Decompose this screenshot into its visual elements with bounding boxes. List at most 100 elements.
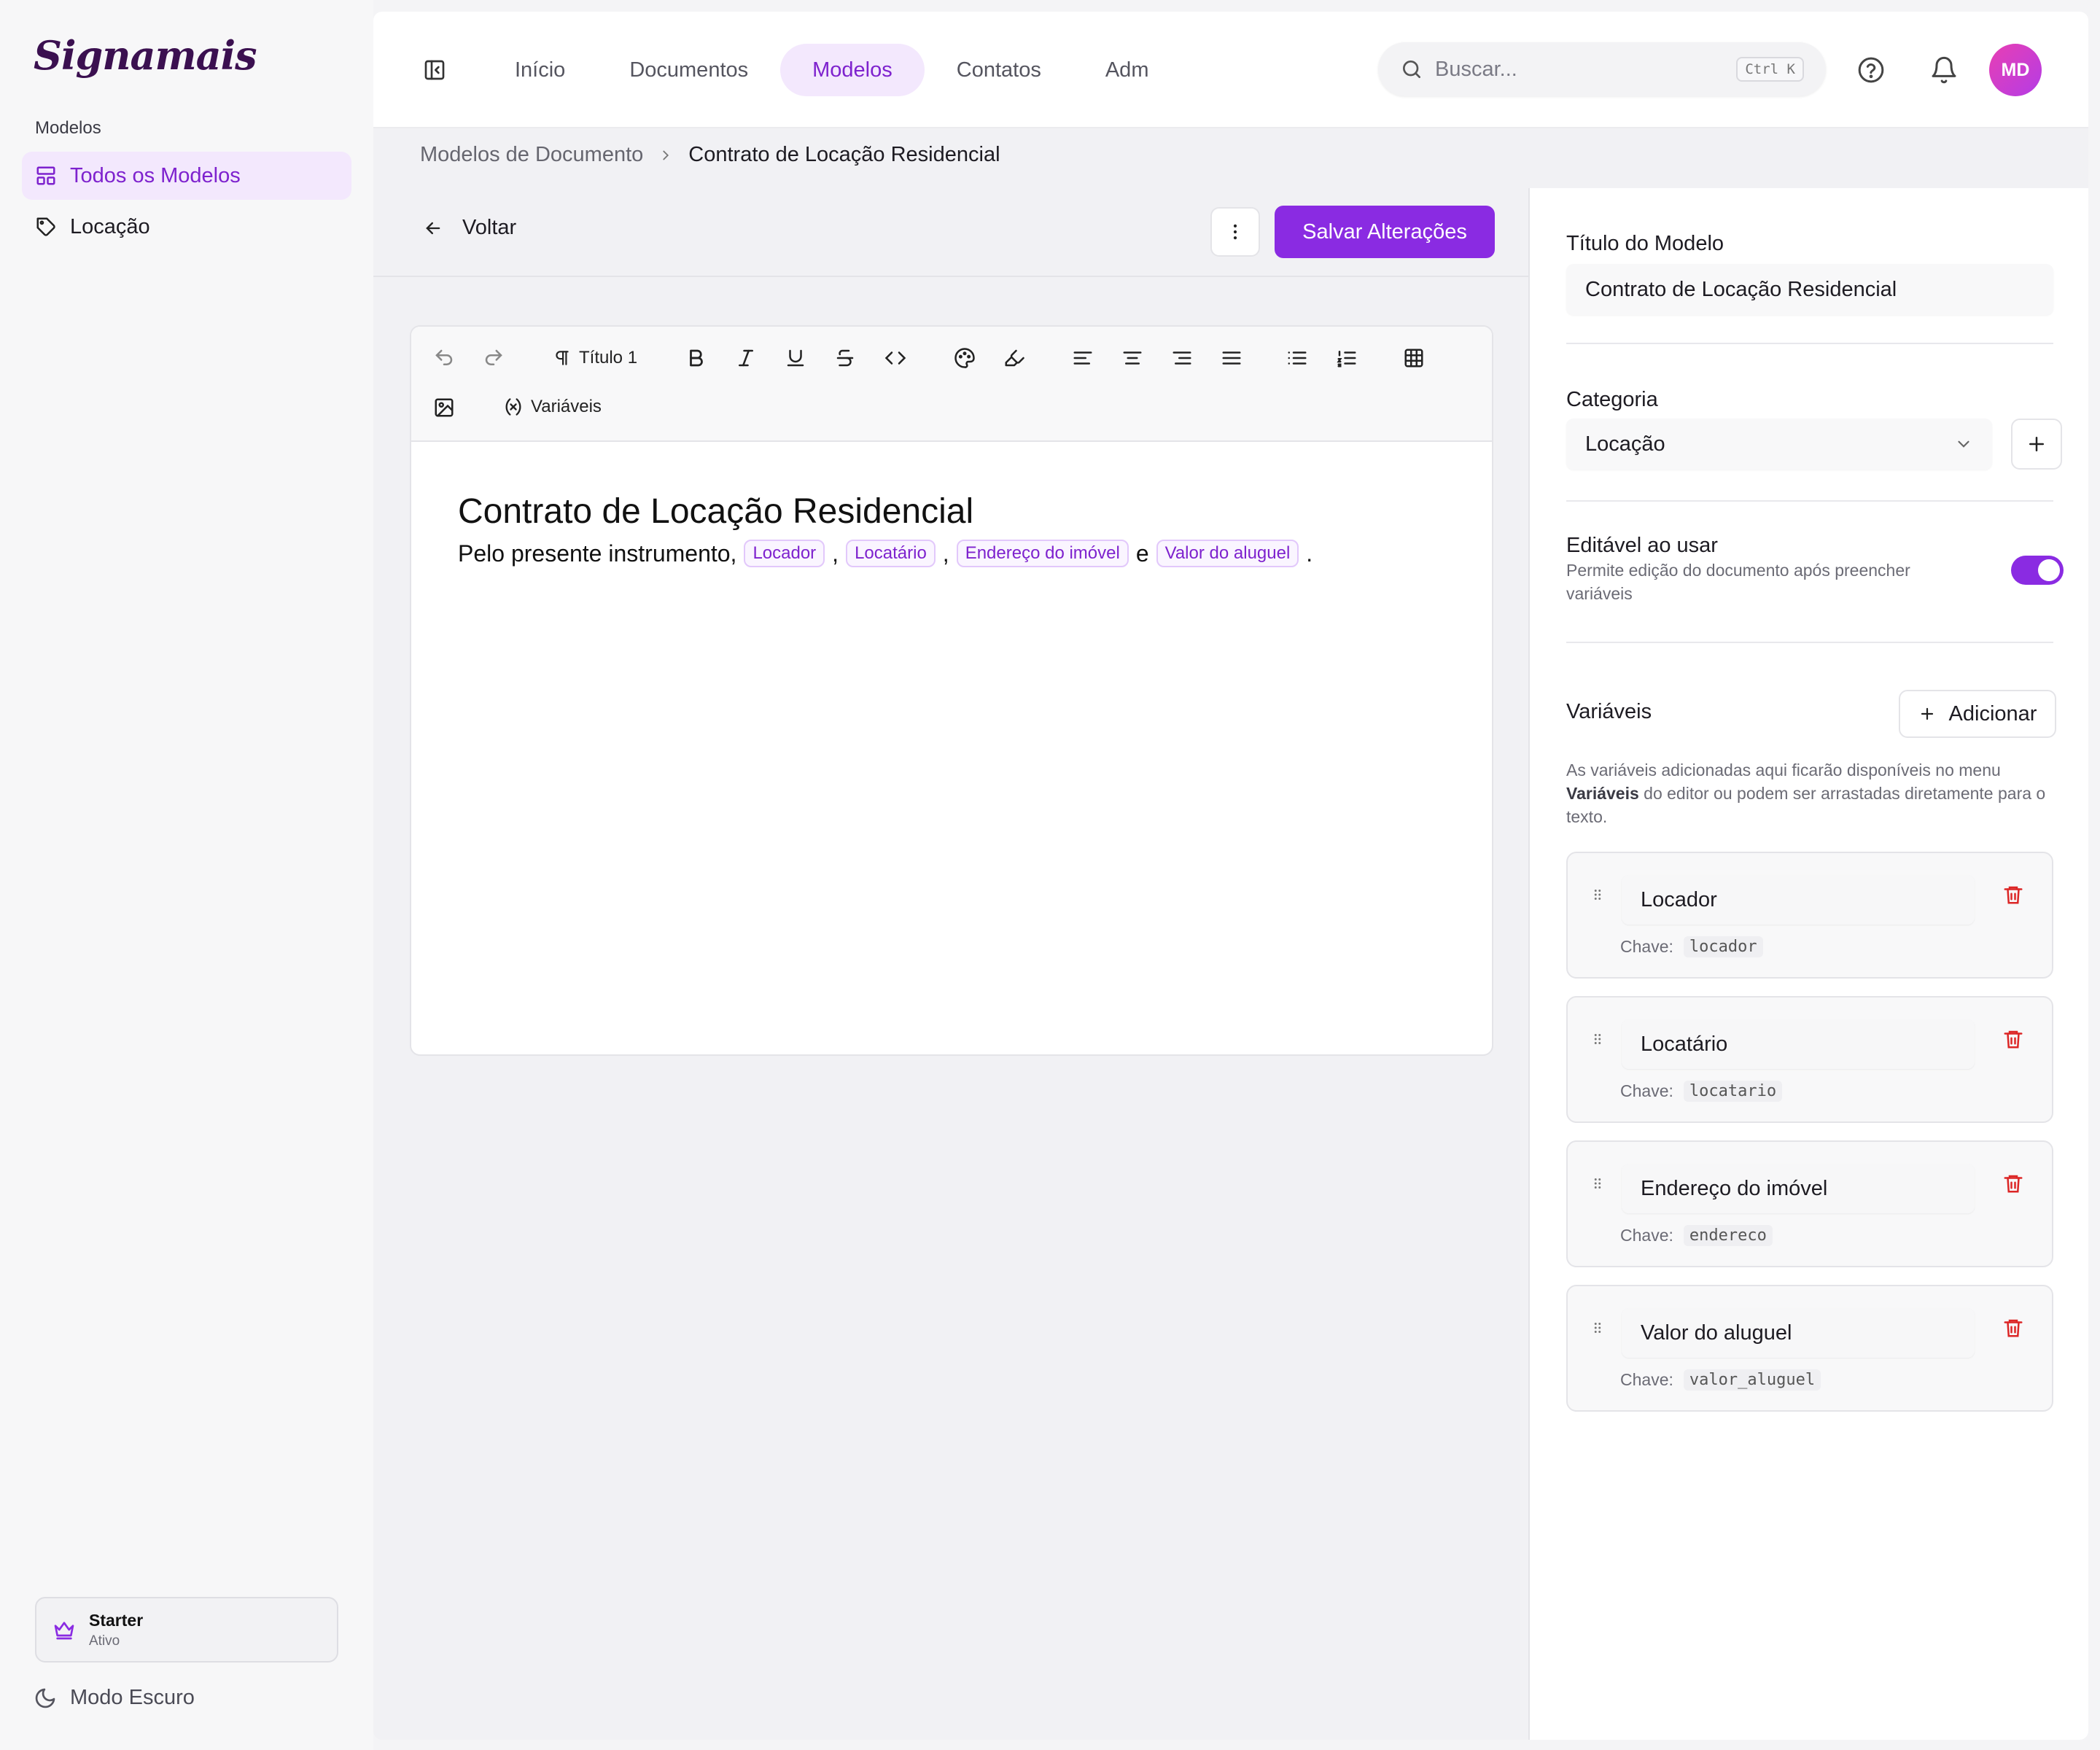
separator: . (1306, 540, 1313, 567)
image-icon (433, 397, 455, 419)
separator: e (1135, 540, 1149, 567)
nav-contatos[interactable]: Contatos (925, 44, 1073, 96)
code-button[interactable] (884, 347, 907, 369)
main-area: Início Documentos Modelos Contatos Adm B… (373, 12, 2088, 1740)
logo[interactable]: Signamais (34, 32, 257, 79)
align-left-icon (1072, 347, 1094, 369)
variable-name-input[interactable]: Locador (1622, 875, 1975, 925)
table-button[interactable] (1403, 347, 1425, 369)
variable-name-input[interactable]: Endereço do imóvel (1622, 1164, 1975, 1213)
back-label: Voltar (462, 216, 517, 239)
add-category-button[interactable] (2011, 419, 2062, 470)
align-left-button[interactable] (1072, 347, 1094, 369)
variable-name-input[interactable]: Locatário (1622, 1019, 1975, 1069)
editable-label: Editável ao usar (1566, 534, 1718, 557)
avatar[interactable]: MD (1989, 44, 2042, 96)
variable-chip-locatario[interactable]: Locatário (846, 540, 936, 567)
align-center-icon (1121, 347, 1143, 369)
more-vertical-icon (1225, 222, 1245, 242)
more-options-button[interactable] (1210, 207, 1260, 257)
italic-button[interactable] (735, 347, 757, 369)
trash-icon[interactable] (2002, 1172, 2024, 1194)
nav-inicio[interactable]: Início (483, 44, 597, 96)
plan-card[interactable]: Starter Ativo (35, 1597, 338, 1662)
bold-button[interactable] (685, 347, 707, 369)
key-label: Chave: (1620, 1226, 1673, 1245)
save-button[interactable]: Salvar Alterações (1275, 206, 1495, 258)
crown-icon (52, 1618, 76, 1641)
text-color-button[interactable] (954, 347, 976, 369)
variables-desc-text: As variáveis adicionadas aqui ficarão di… (1566, 761, 2001, 779)
align-right-button[interactable] (1171, 347, 1193, 369)
plus-icon (2026, 433, 2048, 455)
variable-card[interactable]: Locatário Chave: locatario (1566, 996, 2053, 1123)
key-label: Chave: (1620, 937, 1673, 956)
heading-select[interactable]: Título 1 (553, 347, 637, 369)
align-justify-button[interactable] (1221, 347, 1242, 369)
highlight-button[interactable] (1003, 347, 1025, 369)
variables-desc-bold: Variáveis (1566, 784, 1639, 803)
divider (1566, 343, 2053, 344)
breadcrumb-parent[interactable]: Modelos de Documento (420, 143, 643, 167)
sidebar: Signamais Modelos Todos os Modelos Locaç… (0, 0, 373, 1750)
title-input[interactable]: Contrato de Locação Residencial (1566, 264, 2053, 315)
redo-button[interactable] (483, 347, 505, 369)
underline-button[interactable] (785, 347, 806, 369)
document-paragraph[interactable]: Pelo presente instrumento, Locador , Loc… (458, 540, 1312, 567)
trash-icon[interactable] (2002, 1317, 2024, 1339)
nav-documentos[interactable]: Documentos (597, 44, 780, 96)
dark-mode-toggle[interactable]: Modo Escuro (34, 1686, 195, 1710)
image-button[interactable] (433, 397, 455, 419)
trash-icon[interactable] (2002, 884, 2024, 906)
variables-menu-button[interactable]: Variáveis (503, 397, 602, 417)
notifications-button[interactable] (1929, 55, 1959, 85)
breadcrumb-current: Contrato de Locação Residencial (688, 143, 1000, 166)
list-icon (1286, 347, 1308, 369)
nav-modelos[interactable]: Modelos (780, 44, 925, 96)
strikethrough-button[interactable] (834, 347, 856, 369)
add-variable-button[interactable]: Adicionar (1899, 690, 2056, 738)
variable-card[interactable]: Locador Chave: locador (1566, 852, 2053, 979)
variable-chip-endereco[interactable]: Endereço do imóvel (956, 540, 1129, 567)
add-variable-label: Adicionar (1948, 701, 2037, 726)
search-input[interactable]: Buscar... Ctrl K (1378, 42, 1826, 96)
bullet-list-button[interactable] (1286, 347, 1308, 369)
variable-chip-locador[interactable]: Locador (744, 540, 825, 567)
help-button[interactable] (1856, 55, 1886, 85)
separator: , (832, 540, 839, 567)
grip-vertical-icon[interactable] (1590, 1317, 1606, 1339)
grip-vertical-icon[interactable] (1590, 884, 1606, 906)
variable-card[interactable]: Endereço do imóvel Chave: endereco (1566, 1140, 2053, 1267)
sidebar-section-title: Modelos (35, 118, 101, 138)
breadcrumb: Modelos de Documento Contrato de Locação… (420, 143, 1000, 167)
grip-vertical-icon[interactable] (1590, 1028, 1606, 1050)
search-icon (1400, 58, 1423, 81)
variable-key: Chave: locatario (1620, 1081, 1783, 1102)
category-value: Locação (1585, 432, 1665, 456)
variable-name-input[interactable]: Valor do aluguel (1622, 1308, 1975, 1358)
bold-icon (685, 347, 707, 369)
collapse-sidebar-button[interactable] (423, 58, 446, 82)
category-select[interactable]: Locação (1566, 419, 1992, 470)
sidebar-item-locacao[interactable]: Locação (22, 203, 351, 251)
separator: , (942, 540, 949, 567)
code-icon (884, 347, 907, 369)
undo-button[interactable] (433, 347, 455, 369)
ordered-list-button[interactable] (1336, 347, 1358, 369)
variable-chip-valor-aluguel[interactable]: Valor do aluguel (1156, 540, 1299, 567)
key-code: valor_aluguel (1683, 1369, 1821, 1391)
highlighter-icon (1003, 347, 1025, 369)
variable-card[interactable]: Valor do aluguel Chave: valor_aluguel (1566, 1285, 2053, 1412)
nav-adm[interactable]: Adm (1073, 44, 1181, 96)
sidebar-item-all-models[interactable]: Todos os Modelos (22, 152, 351, 200)
document-heading[interactable]: Contrato de Locação Residencial (458, 491, 973, 532)
editable-toggle[interactable] (2011, 556, 2064, 585)
back-button[interactable]: Voltar (423, 216, 516, 240)
layout-icon (35, 165, 57, 187)
editable-description: Permite edição do documento após preench… (1566, 561, 1910, 603)
align-right-icon (1171, 347, 1193, 369)
trash-icon[interactable] (2002, 1028, 2024, 1050)
toggle-knob (2038, 559, 2060, 581)
align-center-button[interactable] (1121, 347, 1143, 369)
grip-vertical-icon[interactable] (1590, 1172, 1606, 1194)
